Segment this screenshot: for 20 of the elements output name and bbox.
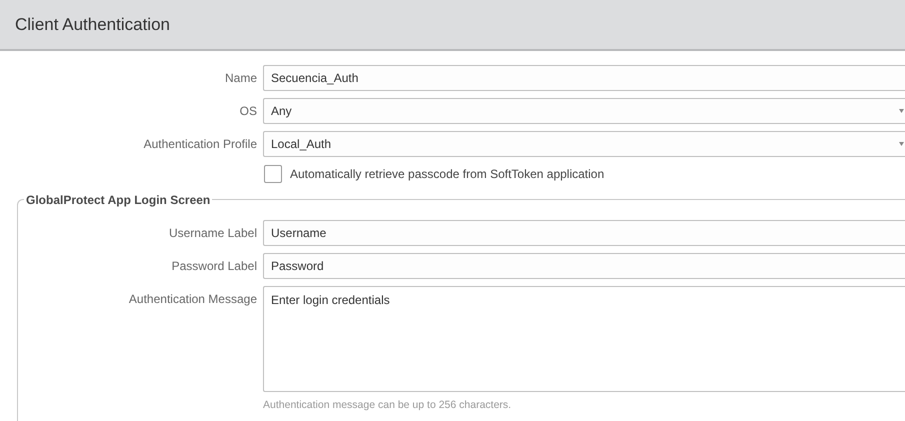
field-label: Password Label [172,258,257,275]
hint-text: Authentication message can be up to 256 characters. [263,398,512,413]
message-field[interactable]: Enter login credentials [263,286,905,392]
field-label: Authentication Message [128,291,257,308]
field-label: OS [240,103,257,120]
select-value: Local_Auth [271,136,332,153]
caret-icon [899,109,904,113]
select-field[interactable]: Local_Auth [263,131,905,157]
field-label: Username Label [168,225,257,242]
text-field[interactable]: Username [263,220,905,246]
text-field[interactable]: Secuencia_Auth [263,65,905,91]
checkbox-label: Automatically retrieve passcode from SoftToken application [290,166,604,183]
dialog-title: Client Authentication [15,14,170,36]
checkbox[interactable] [264,165,282,183]
text-field[interactable]: Password [263,253,905,279]
field-label: Authentication Profile [144,136,257,153]
select-value: Any [271,103,293,120]
select-field[interactable]: Any [263,98,905,124]
field-label: Name [224,70,257,87]
caret-icon [899,142,904,146]
